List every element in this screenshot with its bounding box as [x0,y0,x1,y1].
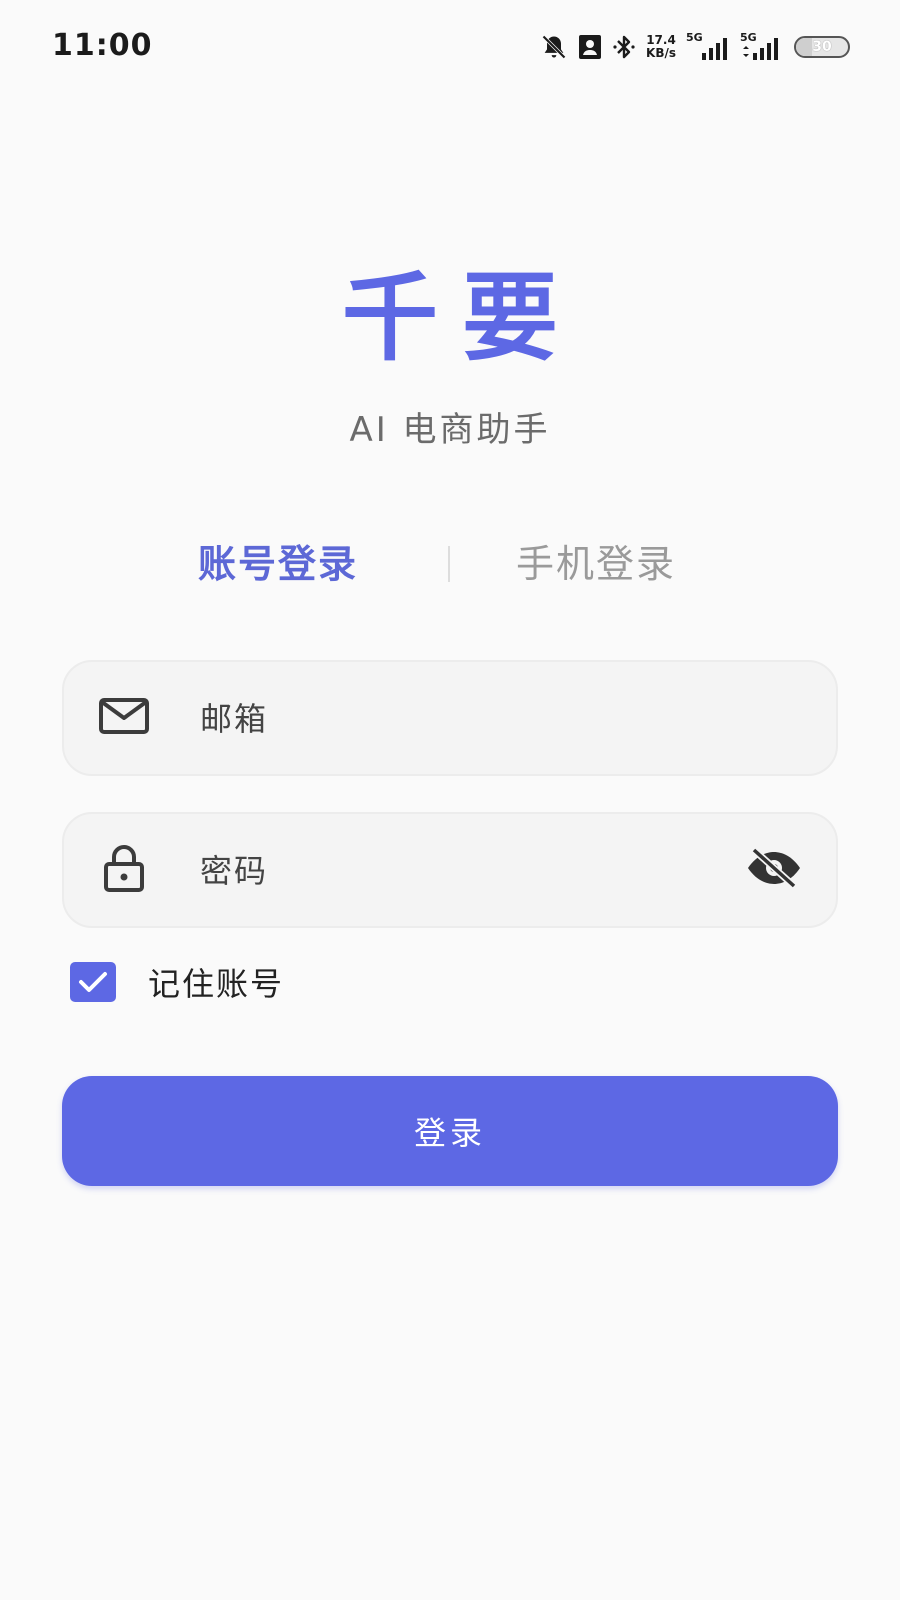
status-icons: 17.4 KB/s 5G 5G 30 [540,30,850,64]
lock-icon [98,844,150,896]
remember-checkbox[interactable] [70,962,116,1002]
contact-card-icon [578,34,602,60]
eye-off-icon[interactable] [744,846,804,894]
battery-level: 30 [812,39,832,55]
tab-phone-login[interactable]: 手机登录 [516,538,676,590]
email-field[interactable] [62,660,838,776]
sim2-signal: 5G [740,32,784,62]
tab-divider [448,546,450,582]
remember-account[interactable]: 记住账号 [70,962,285,1003]
password-field[interactable] [62,812,838,928]
network-speed: 17.4 KB/s [646,34,676,60]
status-bar: 11:00 17.4 KB/s 5G 5G 30 [0,0,900,92]
check-icon [79,972,107,992]
sim1-label: 5G [686,31,703,44]
password-input[interactable] [198,814,762,928]
sim2-label: 5G [740,31,757,44]
battery-icon: 30 [794,36,850,58]
app-title: 千要 [342,262,582,374]
status-time: 11:00 [52,28,153,63]
tab-account-login[interactable]: 账号登录 [198,538,358,590]
app-subtitle: AI 电商助手 [349,410,551,450]
bluetooth-icon [612,33,636,61]
login-button[interactable]: 登录 [62,1076,838,1186]
mail-icon [98,696,150,740]
email-input[interactable] [198,662,762,776]
bell-muted-icon [540,33,568,61]
login-screen: 11:00 17.4 KB/s 5G 5G 30 千要 AI 电商助手 账号登录… [0,0,900,1600]
login-tabs: 账号登录 手机登录 [0,538,900,590]
network-speed-unit: KB/s [646,46,676,60]
remember-label: 记住账号 [148,965,285,1003]
sim1-signal: 5G [686,32,730,62]
